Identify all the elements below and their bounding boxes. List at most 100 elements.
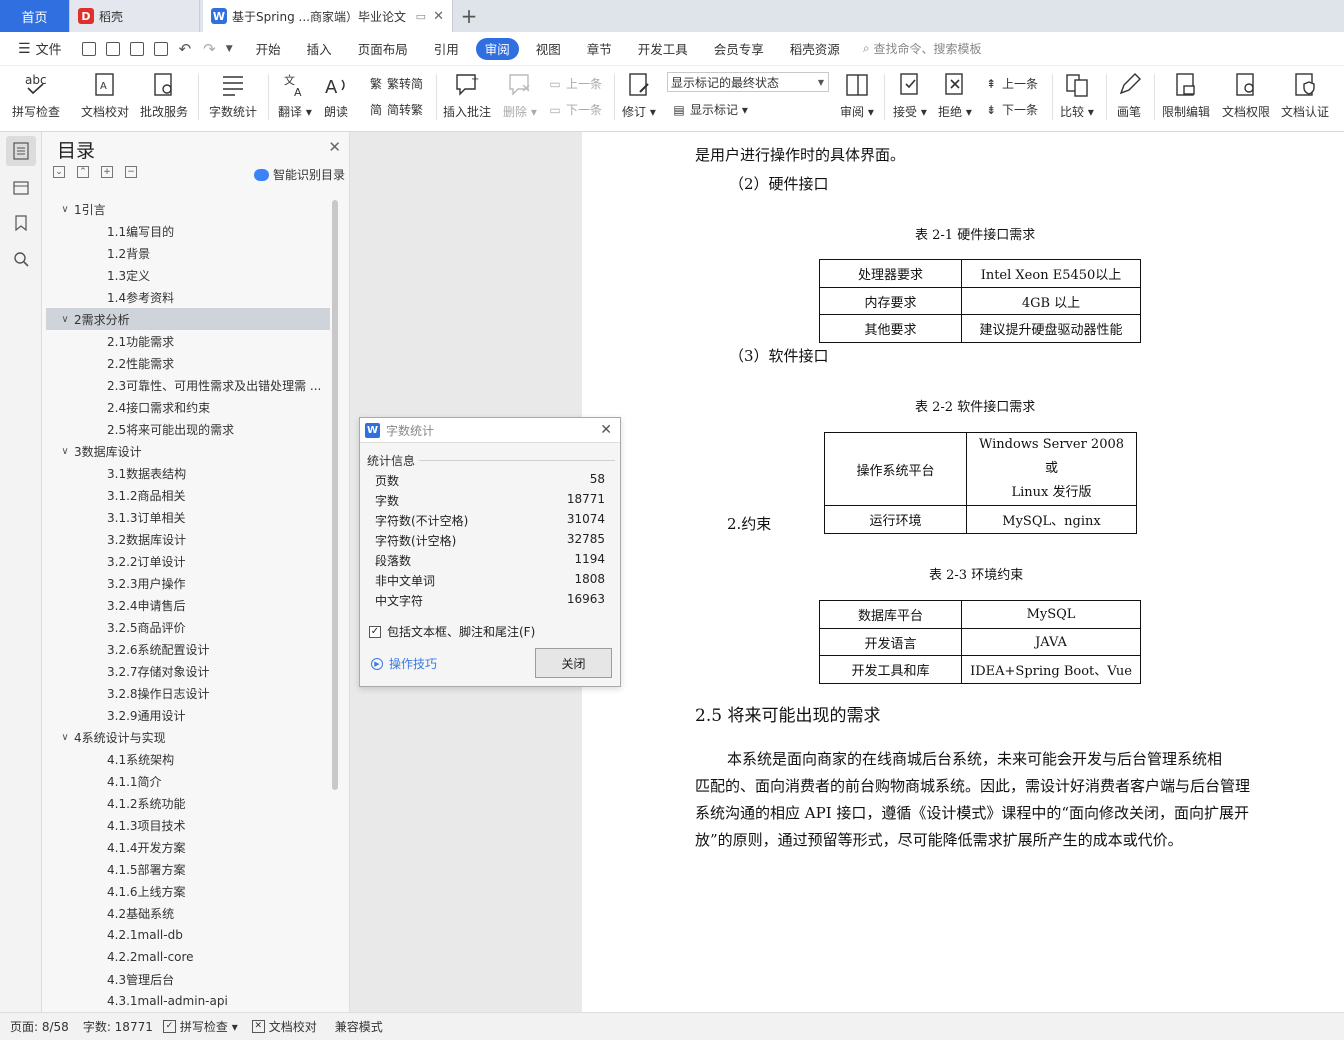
toc-item[interactable]: 1.1编写目的	[46, 220, 330, 242]
menu-tab[interactable]: 插入	[294, 38, 345, 60]
document-permission-button[interactable]: 文档权限	[1222, 66, 1270, 120]
close-icon[interactable]: ✕	[600, 422, 612, 438]
toc-item[interactable]: 3.1.2商品相关	[46, 484, 330, 506]
review-pane-button[interactable]: 审阅 ▾	[840, 66, 874, 120]
screen-icon[interactable]: ▭	[416, 10, 426, 23]
toc-scrollbar[interactable]	[332, 200, 338, 790]
spell-check-button[interactable]: abc 拼写检查	[12, 66, 60, 120]
markup-display-select[interactable]: 显示标记的最终状态 ▼	[667, 72, 829, 92]
toc-item[interactable]: 4.2.2mall-core	[46, 946, 330, 968]
bookmark-button[interactable]	[6, 208, 36, 238]
toc-item[interactable]: 3.1.3订单相关	[46, 506, 330, 528]
toc-item[interactable]: 1.3定义	[46, 264, 330, 286]
menu-tab[interactable]: 页面布局	[345, 38, 421, 60]
toc-item[interactable]: 3.1数据表结构	[46, 462, 330, 484]
toc-item[interactable]: 2.3可靠性、可用性需求及出错处理需 ...	[46, 374, 330, 396]
compare-button[interactable]: 比较 ▾	[1060, 66, 1094, 120]
tab-document[interactable]: W 基于Spring ...商家端）毕业论文 ▭ ✕	[203, 0, 453, 32]
toc-item[interactable]: 4.1系统架构	[46, 748, 330, 770]
dialog-titlebar[interactable]: W 字数统计	[360, 418, 620, 443]
remove-heading-icon[interactable]: −	[125, 166, 137, 178]
toc-item[interactable]: 2.4接口需求和约束	[46, 396, 330, 418]
toc-item[interactable]: ∨ 1引言	[46, 198, 330, 220]
prev-comment-button[interactable]: ▭ 上一条	[547, 75, 602, 92]
toc-item[interactable]: 3.2.8操作日志设计	[46, 682, 330, 704]
trad-to-simp-button[interactable]: 繁繁转简	[368, 75, 423, 92]
menu-tab[interactable]: 稻壳资源	[777, 38, 853, 60]
toc-item[interactable]: 3.2.7存储对象设计	[46, 660, 330, 682]
next-change-button[interactable]: ⇟ 下一条	[983, 101, 1038, 118]
tips-link[interactable]: ▶ 操作技巧	[371, 655, 437, 672]
collapse-all-icon[interactable]: ⌃	[77, 166, 89, 178]
word-count-button[interactable]: 字数统计	[209, 66, 257, 120]
pen-button[interactable]: 画笔	[1116, 66, 1142, 120]
menu-tab[interactable]: 开始	[243, 38, 294, 60]
expand-all-icon[interactable]: ⌄	[53, 166, 65, 178]
prev-change-button[interactable]: ⇞ 上一条	[983, 75, 1038, 92]
toc-item[interactable]: 3.2.2订单设计	[46, 550, 330, 572]
chevron-down-icon[interactable]: ∨	[58, 446, 72, 457]
toc-item[interactable]: 4.1.3项目技术	[46, 814, 330, 836]
toc-item[interactable]: 2.5将来可能出现的需求	[46, 418, 330, 440]
menu-tab[interactable]: 审阅	[475, 37, 519, 60]
command-search[interactable]: ⌕ 查找命令、搜索模板	[863, 40, 982, 57]
save-icon[interactable]	[81, 41, 96, 56]
chevron-down-icon[interactable]: ∨	[58, 732, 72, 743]
find-button[interactable]	[6, 244, 36, 274]
toc-item[interactable]: 2.1功能需求	[46, 330, 330, 352]
print-icon[interactable]	[129, 41, 144, 56]
toc-panel-button[interactable]	[6, 136, 36, 166]
menu-tab[interactable]: 引用	[421, 38, 472, 60]
tab-daoke[interactable]: D 稻壳	[70, 0, 200, 32]
toc-item[interactable]: ∨ 4系统设计与实现	[46, 726, 330, 748]
document-page[interactable]: 是用户进行操作时的具体界面。 （2）硬件接口 表 2-1 硬件接口需求 处理器要…	[582, 132, 1344, 1012]
restrict-editing-button[interactable]: 限制编辑	[1162, 66, 1210, 120]
menu-tab[interactable]: 会员专享	[701, 38, 777, 60]
next-comment-button[interactable]: ▭ 下一条	[547, 101, 602, 118]
toc-item[interactable]: ∨ 2需求分析	[46, 308, 330, 330]
close-button[interactable]: 关闭	[535, 648, 612, 678]
undo-icon[interactable]: ↶	[179, 40, 192, 58]
tab-home[interactable]: 首页	[0, 0, 70, 32]
toc-item[interactable]: 4.2.1mall-db	[46, 924, 330, 946]
delete-comment-button[interactable]: 删除 ▾	[503, 66, 537, 120]
accept-button[interactable]: 接受 ▾	[893, 66, 927, 120]
export-pdf-icon[interactable]	[105, 41, 120, 56]
toc-item[interactable]: 3.2.3用户操作	[46, 572, 330, 594]
document-auth-button[interactable]: 文档认证	[1281, 66, 1329, 120]
simp-to-trad-button[interactable]: 简简转繁	[368, 101, 423, 118]
toc-item[interactable]: 3.2.4申请售后	[46, 594, 330, 616]
chevron-down-icon[interactable]: ∨	[58, 204, 72, 215]
tab-close-icon[interactable]: ✕	[433, 9, 444, 24]
correction-service-button[interactable]: 批改服务	[140, 66, 188, 120]
read-aloud-button[interactable]: A 朗读	[323, 66, 349, 120]
redo-icon[interactable]: ↷	[203, 40, 216, 58]
track-changes-button[interactable]: 修订 ▾	[622, 66, 656, 120]
toc-item[interactable]: 4.1.2系统功能	[46, 792, 330, 814]
print-preview-icon[interactable]	[153, 41, 168, 56]
toc-item[interactable]: 3.2.6系统配置设计	[46, 638, 330, 660]
toc-item[interactable]: 4.3管理后台	[46, 968, 330, 990]
word-count-indicator[interactable]: 字数: 18771	[83, 1018, 153, 1035]
reject-button[interactable]: 拒绝 ▾	[938, 66, 972, 120]
menu-tab[interactable]: 章节	[574, 38, 625, 60]
smart-toc-button[interactable]: 智能识别目录	[253, 166, 345, 183]
show-markup-button[interactable]: ▤ 显示标记 ▾	[671, 101, 748, 118]
toc-item[interactable]: 3.2.9通用设计	[46, 704, 330, 726]
page-indicator[interactable]: 页面: 8/58	[10, 1018, 69, 1035]
toc-item[interactable]: 4.1.1简介	[46, 770, 330, 792]
toc-item[interactable]: 3.2数据库设计	[46, 528, 330, 550]
toc-item[interactable]: ∨ 3数据库设计	[46, 440, 330, 462]
toc-item[interactable]: 4.1.4开发方案	[46, 836, 330, 858]
insert-comment-button[interactable]: + 插入批注	[443, 66, 491, 120]
toc-item[interactable]: 1.4参考资料	[46, 286, 330, 308]
close-icon[interactable]: ✕	[328, 138, 341, 156]
menu-tab[interactable]: 视图	[523, 38, 574, 60]
toc-item[interactable]: 4.3.1mall-admin-api	[46, 990, 330, 1008]
toc-item[interactable]: 2.2性能需求	[46, 352, 330, 374]
translate-button[interactable]: 文A 翻译 ▾	[278, 66, 312, 120]
toc-item[interactable]: 4.1.6上线方案	[46, 880, 330, 902]
menu-tab[interactable]: 开发工具	[625, 38, 701, 60]
toc-item[interactable]: 1.2背景	[46, 242, 330, 264]
spell-check-status[interactable]: ✓ 拼写检查 ▾	[162, 1018, 238, 1035]
